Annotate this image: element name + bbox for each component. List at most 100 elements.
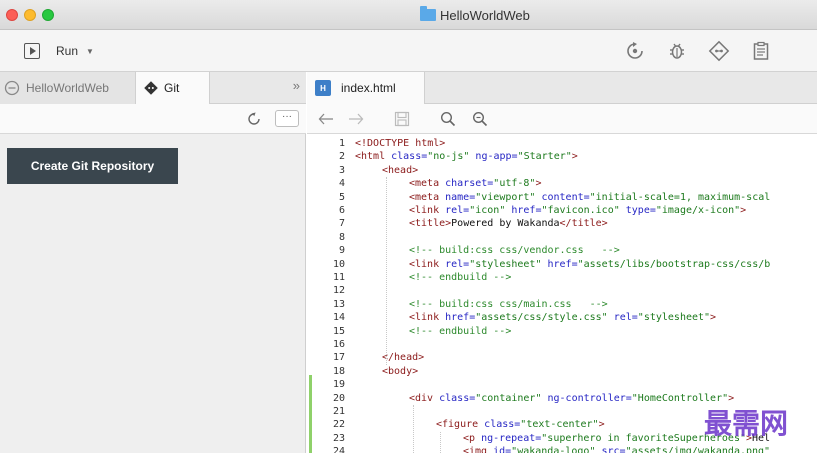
code-token: ng-repeat= bbox=[481, 432, 542, 444]
code-token: "stylesheet" bbox=[469, 258, 542, 270]
code-text: <meta name="viewport" content="initial-s… bbox=[409, 191, 770, 204]
code-line: 15 <!-- endbuild --> bbox=[307, 325, 817, 338]
code-token: "icon" bbox=[469, 205, 506, 216]
code-token: "Starter" bbox=[517, 151, 572, 163]
code-token: > bbox=[535, 178, 542, 190]
line-number: 23 bbox=[332, 432, 345, 444]
line-number: 22 bbox=[332, 419, 345, 431]
ide-window: HelloWorldWeb Run ▼ HelloWorldWeb Git » … bbox=[0, 0, 817, 453]
save-icon[interactable] bbox=[393, 110, 411, 128]
expand-panels-chevron[interactable]: » bbox=[293, 78, 300, 93]
code-token: > bbox=[598, 419, 605, 431]
indent-guide bbox=[386, 177, 387, 365]
code-token: "stylesheet" bbox=[637, 312, 711, 324]
left-panel-tabs: HelloWorldWeb Git » bbox=[0, 72, 306, 104]
line-number: 16 bbox=[332, 339, 345, 350]
code-line: 11 <!-- endbuild --> bbox=[307, 271, 817, 284]
line-number: 2 bbox=[338, 151, 345, 163]
line-number: 5 bbox=[338, 191, 345, 203]
line-number: 13 bbox=[332, 298, 345, 310]
code-line: 5 <meta name="viewport" content="initial-… bbox=[307, 191, 817, 204]
code-token: <title> bbox=[409, 218, 452, 230]
line-number: 1 bbox=[338, 138, 345, 149]
line-number: 7 bbox=[338, 218, 345, 230]
code-token: <body> bbox=[382, 365, 419, 377]
code-token: "no-js" bbox=[427, 151, 470, 163]
code-token: class= bbox=[391, 151, 428, 163]
tab-git[interactable]: Git bbox=[136, 72, 210, 104]
code-token: <link bbox=[409, 205, 446, 216]
tab-git-label: Git bbox=[164, 81, 180, 95]
code-line: 12 bbox=[307, 284, 817, 297]
close-window-button[interactable] bbox=[6, 9, 18, 21]
window-title: HelloWorldWeb bbox=[440, 7, 530, 23]
run-dropdown-caret[interactable]: ▼ bbox=[86, 47, 94, 56]
search-replace-icon[interactable] bbox=[471, 110, 489, 128]
code-text: <link href="assets/css/style.css" rel="s… bbox=[409, 311, 716, 324]
code-text: </head> bbox=[382, 351, 424, 364]
window-title-group: HelloWorldWeb bbox=[420, 6, 530, 23]
indent-guide bbox=[440, 431, 441, 453]
code-line: 1 <!DOCTYPE html> bbox=[307, 137, 817, 150]
search-icon[interactable] bbox=[439, 110, 457, 128]
git-more-button[interactable]: ··· bbox=[275, 110, 299, 127]
code-token: charset= bbox=[445, 178, 494, 190]
zoom-window-button[interactable] bbox=[42, 9, 54, 21]
line-number: 3 bbox=[338, 164, 345, 176]
code-line: 18 <body> bbox=[307, 365, 817, 378]
code-token: </head> bbox=[382, 352, 425, 364]
code-token: Powered by Wakanda bbox=[451, 218, 560, 230]
editor-toolbar bbox=[307, 104, 817, 134]
line-number: 9 bbox=[338, 245, 345, 257]
code-line: 9 <!-- build:css css/vendor.css --> bbox=[307, 244, 817, 257]
code-token: href= bbox=[505, 205, 542, 216]
code-text: <figure class="text-center"> bbox=[436, 418, 605, 431]
code-token: class= bbox=[484, 419, 521, 431]
create-git-repository-button[interactable]: Create Git Repository bbox=[7, 148, 178, 184]
code-token: <p bbox=[463, 432, 482, 444]
git-toolbar: ··· bbox=[0, 104, 306, 134]
code-token: <figure bbox=[436, 419, 485, 431]
forward-arrow-icon[interactable] bbox=[347, 110, 365, 128]
code-line: 16 bbox=[307, 338, 817, 351]
run-button[interactable]: Run ▼ bbox=[24, 41, 94, 61]
code-line: 13 <!-- build:css css/main.css --> bbox=[307, 298, 817, 311]
code-token: <!-- endbuild --> bbox=[409, 325, 512, 337]
tab-project-label: HelloWorldWeb bbox=[26, 81, 109, 95]
back-arrow-icon[interactable] bbox=[317, 110, 335, 128]
code-line: 2 <html class="no-js" ng-app="Starter"> bbox=[307, 150, 817, 163]
refresh-icon[interactable] bbox=[246, 111, 262, 127]
code-token: > bbox=[571, 151, 578, 163]
git-diamond-icon[interactable] bbox=[707, 39, 731, 63]
line-number: 21 bbox=[332, 406, 345, 417]
code-token: "utf-8" bbox=[493, 178, 536, 190]
code-token: "container" bbox=[475, 392, 542, 404]
code-line: 3 <head> bbox=[307, 164, 817, 177]
code-token: rel= bbox=[445, 205, 470, 216]
debug-bug-icon[interactable] bbox=[665, 39, 689, 63]
line-number: 6 bbox=[338, 205, 345, 216]
clipboard-icon[interactable] bbox=[749, 39, 773, 63]
code-token: <img bbox=[463, 446, 494, 453]
minimize-window-button[interactable] bbox=[24, 9, 36, 21]
tab-project[interactable]: HelloWorldWeb bbox=[0, 72, 136, 104]
line-number: 19 bbox=[332, 379, 345, 391]
line-number: 24 bbox=[332, 446, 345, 453]
code-token: class= bbox=[439, 392, 476, 404]
code-token: src= bbox=[595, 446, 626, 453]
code-token: "assets/libs/bootstrap-css/css/b bbox=[577, 258, 771, 270]
watermark: 最需网 bbox=[704, 407, 789, 440]
tab-index-html[interactable]: H index.html bbox=[307, 72, 425, 104]
code-token: "assets/img/wakanda.png" bbox=[625, 446, 771, 453]
code-token: id= bbox=[493, 446, 512, 453]
code-text: <body> bbox=[382, 365, 418, 378]
line-number: 11 bbox=[332, 272, 345, 283]
code-text: <!-- endbuild --> bbox=[409, 325, 511, 338]
restart-icon[interactable] bbox=[623, 39, 647, 63]
code-token: href= bbox=[445, 312, 476, 324]
code-token: <link bbox=[409, 312, 446, 324]
code-token: <link bbox=[409, 258, 446, 270]
code-line: 4 <meta charset="utf-8"> bbox=[307, 177, 817, 190]
code-token: <!-- build:css css/vendor.css --> bbox=[409, 245, 620, 257]
line-number: 15 bbox=[332, 325, 345, 337]
